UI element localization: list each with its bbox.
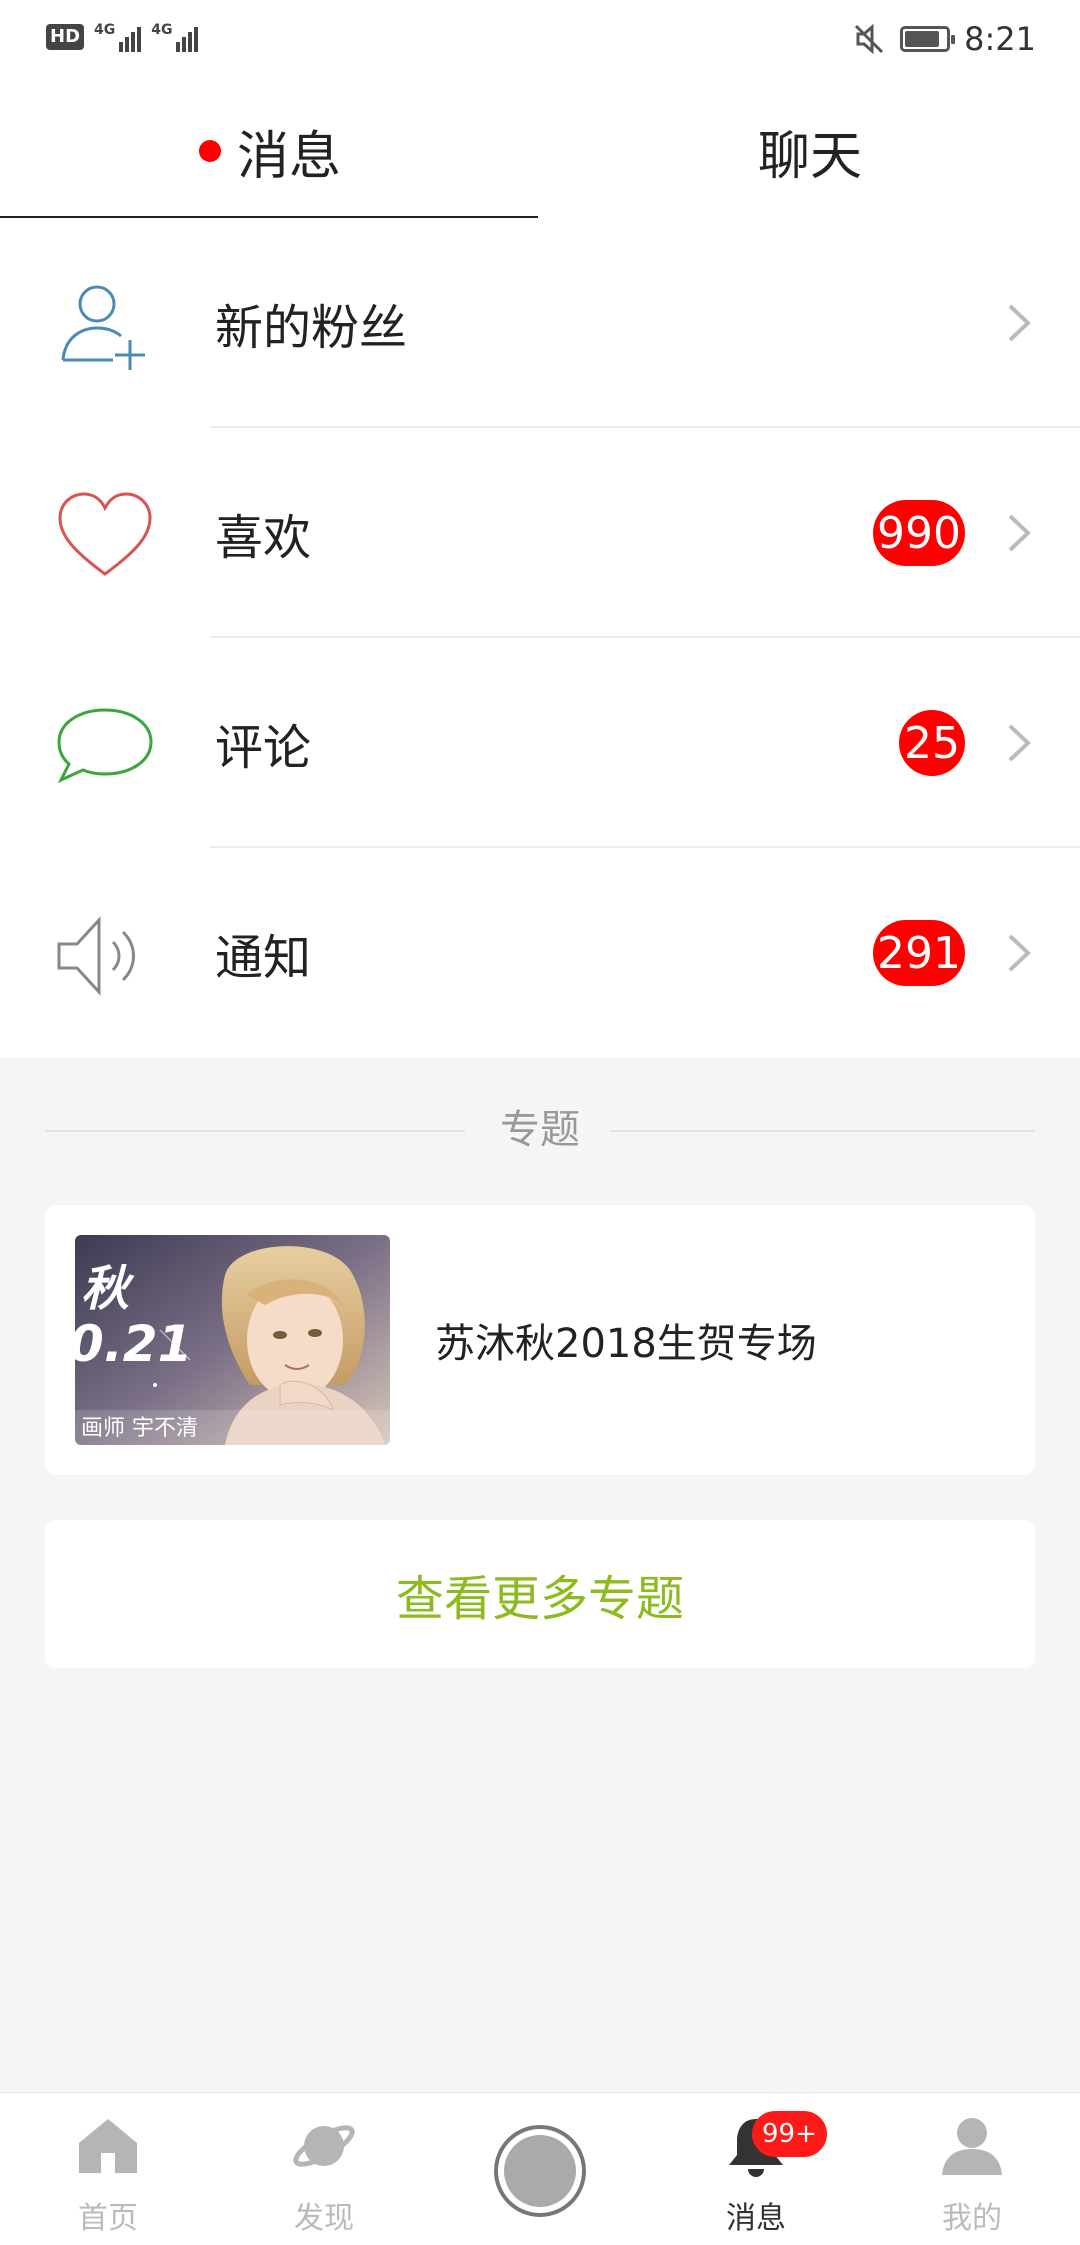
list-item-new-fans[interactable]: 新的粉丝 [0, 218, 1080, 428]
topic-title: 苏沐秋2018生贺专场 [435, 1321, 817, 1367]
topic-card[interactable]: 秋 0.21 画师 宇不清 苏沐秋2018生贺专场 [45, 1205, 1035, 1475]
nav-home[interactable]: 首页 [0, 2093, 216, 2245]
tab-label: 聊天 [757, 126, 862, 187]
battery-fill [905, 31, 940, 47]
heart-icon [58, 492, 152, 576]
network-type-label: 4G [151, 22, 173, 38]
chevron-right-icon [1008, 514, 1031, 552]
thumb-title-text: 秋 [81, 1261, 130, 1317]
mute-icon [855, 23, 884, 55]
signal-icon: 4G [151, 22, 199, 52]
thumb-date-text: 0.21 [75, 1315, 193, 1373]
section-header: 专题 [0, 1100, 1080, 1160]
status-right: 8:21 [852, 20, 1036, 58]
chevron-right-icon [1008, 724, 1031, 762]
list-item-label: 新的粉丝 [215, 300, 408, 356]
signal-icon: 4G [94, 22, 142, 52]
chevron-right-icon [1008, 934, 1031, 972]
planet-icon [293, 2125, 355, 2167]
status-bar: HD 4G 4G 8:21 [0, 0, 1080, 86]
comment-bubble-icon [57, 708, 153, 784]
tab-messages[interactable]: 消息 [0, 86, 540, 216]
clock: 8:21 [964, 20, 1036, 58]
nav-messages[interactable]: 消息 [648, 2093, 864, 2245]
messages-count-badge: 99+ [752, 2111, 827, 2157]
list-item-notices[interactable]: 通知 291 [0, 848, 1080, 1058]
list-item-label: 评论 [215, 720, 312, 776]
bottom-nav: 首页 发现 消息 99+ 我的 [0, 2092, 1080, 2245]
tab-label: 消息 [236, 126, 341, 187]
unread-count-badge: 990 [873, 500, 965, 566]
thumb-caption: 画师 宇不清 [81, 1416, 198, 1441]
unread-dot [198, 140, 221, 162]
chevron-right-icon [1008, 304, 1031, 342]
record-button[interactable] [494, 2125, 586, 2217]
section-title: 专题 [500, 1107, 580, 1153]
nav-label: 我的 [942, 2201, 1002, 2236]
nav-profile[interactable]: 我的 [864, 2093, 1080, 2245]
battery-icon [900, 26, 956, 52]
topic-thumbnail: 秋 0.21 画师 宇不清 [75, 1235, 390, 1445]
record-button-icon [504, 2135, 576, 2207]
nav-label: 消息 [726, 2201, 786, 2236]
speaker-icon [57, 916, 135, 996]
list-item-label: 通知 [215, 930, 312, 986]
unread-count-badge: 291 [873, 920, 965, 986]
network-type-label: 4G [94, 22, 116, 38]
profile-icon [942, 2118, 1002, 2175]
list-item-likes[interactable]: 喜欢 990 [0, 428, 1080, 638]
list-item-comments[interactable]: 评论 25 [0, 638, 1080, 848]
unread-count-badge: 25 [899, 710, 965, 776]
nav-label: 首页 [78, 2201, 138, 2236]
hd-badge: HD [46, 24, 85, 50]
nav-discover[interactable]: 发现 [216, 2093, 432, 2245]
notification-list: 新的粉丝 喜欢 990 评论 25 通知 291 [0, 218, 1080, 1058]
home-icon [79, 2119, 137, 2173]
nav-label: 发现 [294, 2201, 354, 2236]
more-topics-button[interactable]: 查看更多专题 [45, 1520, 1035, 1668]
list-item-label: 喜欢 [215, 510, 312, 566]
tab-chat[interactable]: 聊天 [540, 86, 1080, 216]
status-left: HD 4G 4G [46, 22, 199, 52]
message-tabs: 消息 聊天 [0, 86, 1080, 219]
add-user-icon [61, 285, 145, 370]
